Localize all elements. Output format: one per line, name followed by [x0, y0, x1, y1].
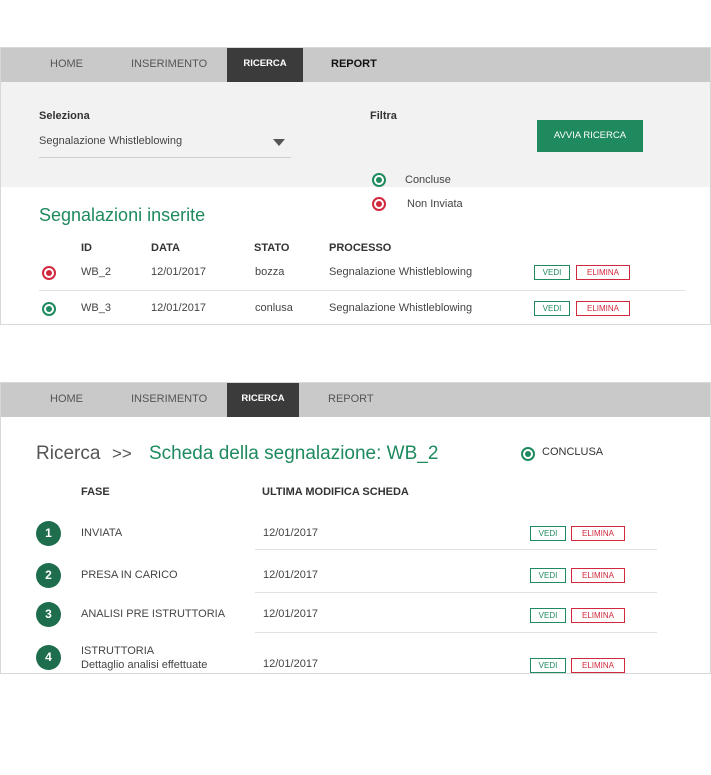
top-nav: HOME INSERIMENTO RICERCA REPORT: [1, 48, 710, 82]
filter-concluse-label: Concluse: [405, 174, 451, 186]
step-date: 12/01/2017: [263, 569, 319, 581]
col-processo-header: PROCESSO: [329, 242, 392, 254]
vedi-button[interactable]: VEDI: [534, 301, 570, 316]
row-processo: Segnalazione Whistleblowing: [329, 302, 473, 314]
step-subtitle: Dettaglio analisi effettuate: [81, 659, 208, 671]
nav-ricerca[interactable]: RICERCA: [227, 48, 303, 82]
row-stato: bozza: [255, 266, 285, 278]
elimina-button[interactable]: ELIMINA: [576, 265, 630, 280]
col-modifica-header: ULTIMA MODIFICA SCHEDA: [262, 486, 409, 498]
row-divider: [39, 290, 685, 291]
step-fase: ANALISI PRE ISTRUTTORIA: [81, 608, 226, 620]
row-stato: conlusa: [255, 302, 293, 314]
step-fase: PRESA IN CARICO: [81, 569, 178, 581]
step-number: 4: [36, 645, 61, 670]
row-divider: [255, 549, 657, 550]
nav-report[interactable]: REPORT: [328, 383, 374, 417]
row-divider: [255, 632, 657, 633]
status-badge: CONCLUSA: [542, 446, 604, 458]
page-title: Scheda della segnalazione: WB_2: [149, 443, 439, 464]
col-fase-header: FASE: [81, 486, 110, 498]
nav-home[interactable]: HOME: [50, 383, 83, 417]
col-stato-header: STATO: [254, 242, 290, 254]
col-data-header: DATA: [151, 242, 180, 254]
step-number: 1: [36, 521, 61, 546]
top-nav: HOME INSERIMENTO RICERCA REPORT: [1, 383, 710, 417]
elimina-button[interactable]: ELIMINA: [571, 526, 625, 541]
step-date: 12/01/2017: [263, 527, 319, 539]
vedi-button[interactable]: VEDI: [530, 608, 566, 623]
row-status-radio: [42, 302, 56, 316]
filter-noninviata-label: Non Inviata: [407, 198, 463, 210]
filtra-label: Filtra: [370, 110, 397, 122]
nav-ricerca[interactable]: RICERCA: [227, 383, 299, 417]
nav-home[interactable]: HOME: [50, 48, 83, 82]
step-number: 2: [36, 563, 61, 588]
elimina-button[interactable]: ELIMINA: [571, 608, 625, 623]
breadcrumb-separator: >>: [112, 444, 132, 463]
vedi-button[interactable]: VEDI: [534, 265, 570, 280]
results-title: Segnalazioni inserite: [39, 205, 206, 225]
nav-report[interactable]: REPORT: [331, 48, 377, 82]
row-status-radio: [42, 266, 56, 280]
row-processo: Segnalazione Whistleblowing: [329, 266, 473, 278]
process-select-value: Segnalazione Whistleblowing: [39, 135, 183, 147]
row-id: WB_3: [81, 302, 111, 314]
row-divider: [255, 592, 657, 593]
elimina-button[interactable]: ELIMINA: [571, 658, 625, 673]
step-date: 12/01/2017: [263, 658, 319, 670]
filter-concluse-radio[interactable]: [372, 173, 386, 187]
nav-inserimento[interactable]: INSERIMENTO: [131, 48, 207, 82]
elimina-button[interactable]: ELIMINA: [576, 301, 630, 316]
seleziona-label: Seleziona: [39, 110, 90, 122]
step-date: 12/01/2017: [263, 608, 319, 620]
row-data: 12/01/2017: [151, 302, 207, 314]
search-panel: HOME INSERIMENTO RICERCA REPORT Selezion…: [0, 47, 711, 325]
elimina-button[interactable]: ELIMINA: [571, 568, 625, 583]
nav-inserimento[interactable]: INSERIMENTO: [131, 383, 207, 417]
row-id: WB_2: [81, 266, 111, 278]
step-fase: ISTRUTTORIA: [81, 645, 155, 657]
col-id-header: ID: [81, 242, 92, 254]
step-number: 3: [36, 602, 61, 627]
detail-panel: HOME INSERIMENTO RICERCA REPORT Ricerca …: [0, 382, 711, 674]
vedi-button[interactable]: VEDI: [530, 568, 566, 583]
step-fase: INVIATA: [81, 527, 123, 539]
filter-area: Seleziona Segnalazione Whistleblowing Fi…: [1, 82, 710, 211]
vedi-button[interactable]: VEDI: [530, 658, 566, 673]
row-data: 12/01/2017: [151, 266, 207, 278]
breadcrumb-root[interactable]: Ricerca: [36, 443, 100, 465]
status-radio: [521, 447, 535, 461]
vedi-button[interactable]: VEDI: [530, 526, 566, 541]
avvia-ricerca-button[interactable]: AVVIA RICERCA: [537, 120, 643, 152]
process-select[interactable]: Segnalazione Whistleblowing: [39, 132, 291, 158]
filter-noninviata-radio[interactable]: [372, 197, 386, 211]
chevron-down-icon: [273, 139, 285, 146]
